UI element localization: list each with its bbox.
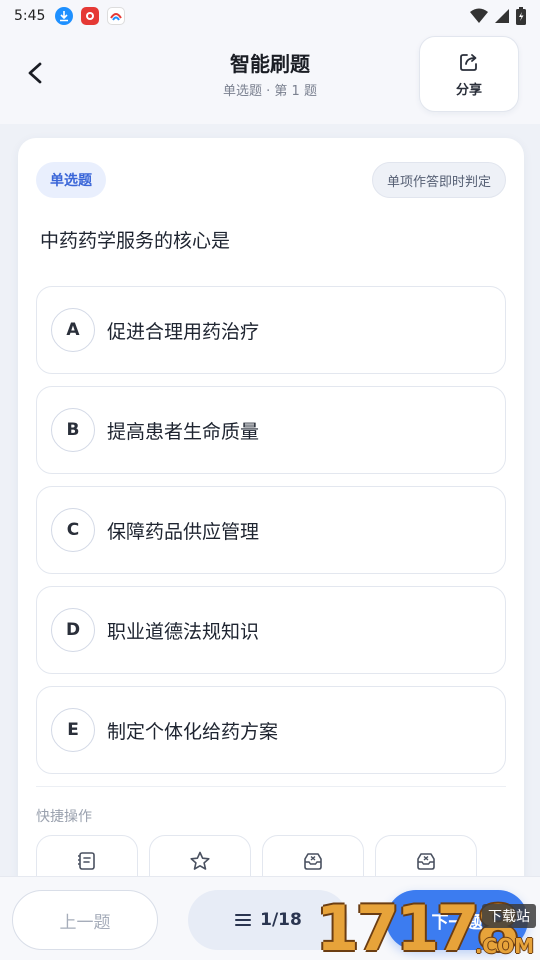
notes-icon — [78, 852, 95, 870]
option-d[interactable]: D 职业道德法规知识 — [36, 586, 506, 674]
share-icon — [460, 53, 477, 71]
status-time: 5:45 — [14, 8, 46, 24]
option-text: 保障药品供应管理 — [107, 520, 260, 543]
status-bar: 5:45 — [0, 0, 540, 32]
option-letter: C — [51, 508, 95, 552]
share-label: 分享 — [455, 82, 482, 98]
battery-icon — [516, 7, 526, 25]
option-text: 制定个体化给药方案 — [107, 720, 279, 743]
progress-button[interactable]: 1/18 — [188, 890, 348, 950]
screen: 5:45 智能刷题 单选题 · 第 1 题 分享 单选题 单项作答即时判定 中药… — [0, 0, 540, 960]
option-e[interactable]: E 制定个体化给药方案 — [36, 686, 506, 774]
option-letter: A — [51, 308, 95, 352]
option-text: 促进合理用药治疗 — [107, 320, 260, 343]
quick-actions-label: 快捷操作 — [36, 809, 92, 825]
star-icon — [190, 851, 210, 870]
menu-icon — [235, 914, 252, 926]
signal-icon — [495, 9, 509, 23]
error-box-icon — [417, 853, 435, 870]
app-colorful-icon — [107, 7, 126, 25]
status-indicators — [470, 7, 526, 25]
question-card: 单选题 单项作答即时判定 中药药学服务的核心是 A 促进合理用药治疗 B 提高患… — [18, 138, 524, 905]
option-text: 职业道德法规知识 — [107, 620, 260, 643]
wifi-icon — [470, 8, 488, 23]
option-letter: E — [51, 708, 95, 752]
download-icon — [55, 7, 74, 25]
header: 智能刷题 单选题 · 第 1 题 分享 — [0, 32, 540, 124]
option-c[interactable]: C 保障药品供应管理 — [36, 486, 506, 574]
divider — [36, 786, 506, 787]
bottom-bar: 上一题 1/18 下一题 — [0, 876, 540, 960]
progress-text: 1/18 — [260, 910, 302, 930]
error-box-icon — [304, 853, 322, 870]
app-red-icon — [81, 7, 100, 25]
prev-question-button[interactable]: 上一题 — [12, 890, 158, 950]
question-text: 中药药学服务的核心是 — [40, 230, 231, 252]
option-letter: B — [51, 408, 95, 452]
option-a[interactable]: A 促进合理用药治疗 — [36, 286, 506, 374]
option-b[interactable]: B 提高患者生命质量 — [36, 386, 506, 474]
option-letter: D — [51, 608, 95, 652]
question-type-badge: 单选题 — [36, 162, 106, 198]
share-button[interactable]: 分享 — [419, 36, 519, 112]
judge-mode-badge: 单项作答即时判定 — [371, 162, 506, 198]
next-question-button[interactable]: 下一题 — [386, 890, 528, 950]
option-text: 提高患者生命质量 — [107, 420, 260, 443]
